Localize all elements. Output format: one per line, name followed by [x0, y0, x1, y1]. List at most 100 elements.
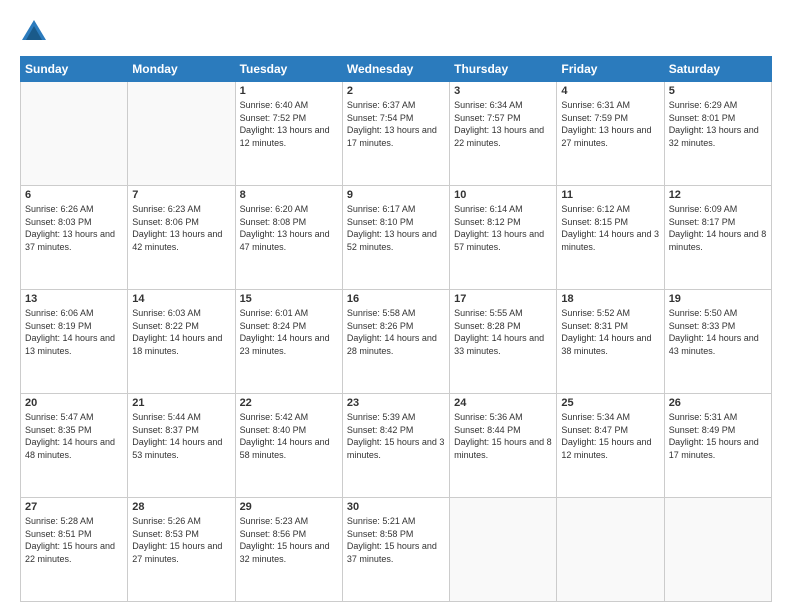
calendar-day-8: 8Sunrise: 6:20 AM Sunset: 8:08 PM Daylig… [235, 186, 342, 290]
day-info: Sunrise: 5:23 AM Sunset: 8:56 PM Dayligh… [240, 515, 338, 565]
calendar-day-27: 27Sunrise: 5:28 AM Sunset: 8:51 PM Dayli… [21, 498, 128, 602]
calendar-day-24: 24 Sunrise: 5:36 AM Sunset: 8:44 PM Dayli… [450, 394, 557, 498]
calendar-week-row: 13Sunrise: 6:06 AM Sunset: 8:19 PM Dayli… [21, 290, 772, 394]
calendar-day-3: 3 Sunrise: 6:34 AM Sunset: 7:57 PM Daylig… [450, 82, 557, 186]
day-info: Sunrise: 6:40 AM Sunset: 7:52 PM Dayligh… [240, 99, 338, 149]
day-info: Sunrise: 5:55 AM Sunset: 8:28 PM Dayligh… [454, 307, 552, 357]
calendar-day-19: 19 Sunrise: 5:50 AM Sunset: 8:33 PM Dayli… [664, 290, 771, 394]
calendar-day-17: 17 Sunrise: 5:55 AM Sunset: 8:28 PM Dayli… [450, 290, 557, 394]
calendar-day-21: 21 Sunrise: 5:44 AM Sunset: 8:37 PM Dayli… [128, 394, 235, 498]
calendar-day-11: 11 Sunrise: 6:12 AM Sunset: 8:15 PM Dayli… [557, 186, 664, 290]
calendar-empty-cell [450, 498, 557, 602]
day-number: 24 [454, 397, 552, 409]
day-info: Sunrise: 5:50 AM Sunset: 8:33 PM Dayligh… [669, 307, 767, 357]
day-number: 12 [669, 189, 767, 201]
calendar-day-6: 6 Sunrise: 6:26 AM Sunset: 8:03 PM Daylig… [21, 186, 128, 290]
day-info: Sunrise: 5:31 AM Sunset: 8:49 PM Dayligh… [669, 411, 767, 461]
day-info: Sunrise: 6:29 AM Sunset: 8:01 PM Dayligh… [669, 99, 767, 149]
day-number: 28 [132, 501, 230, 513]
day-number: 9 [347, 189, 445, 201]
day-info: Sunrise: 6:31 AM Sunset: 7:59 PM Dayligh… [561, 99, 659, 149]
calendar-day-30: 30 Sunrise: 5:21 AM Sunset: 8:58 PM Dayli… [342, 498, 449, 602]
calendar-day-2: 2 Sunrise: 6:37 AM Sunset: 7:54 PM Daylig… [342, 82, 449, 186]
day-info: Sunrise: 6:37 AM Sunset: 7:54 PM Dayligh… [347, 99, 445, 149]
calendar-weekday-friday: Friday [557, 57, 664, 82]
calendar-empty-cell [664, 498, 771, 602]
day-number: 23 [347, 397, 445, 409]
calendar-table: SundayMondayTuesdayWednesdayThursdayFrid… [20, 56, 772, 602]
day-info: Sunrise: 6:14 AM Sunset: 8:12 PM Dayligh… [454, 203, 552, 253]
logo [20, 18, 52, 46]
calendar-weekday-monday: Monday [128, 57, 235, 82]
day-info: Sunrise: 6:12 AM Sunset: 8:15 PM Dayligh… [561, 203, 659, 253]
calendar-header-row: SundayMondayTuesdayWednesdayThursdayFrid… [21, 57, 772, 82]
day-number: 21 [132, 397, 230, 409]
day-info: Sunrise: 5:39 AM Sunset: 8:42 PM Dayligh… [347, 411, 445, 461]
day-info: Sunrise: 6:03 AM Sunset: 8:22 PM Dayligh… [132, 307, 230, 357]
calendar-empty-cell [21, 82, 128, 186]
calendar-weekday-tuesday: Tuesday [235, 57, 342, 82]
day-info: Sunrise: 6:23 AM Sunset: 8:06 PM Dayligh… [132, 203, 230, 253]
calendar-day-10: 10Sunrise: 6:14 AM Sunset: 8:12 PM Dayli… [450, 186, 557, 290]
calendar-day-25: 25Sunrise: 5:34 AM Sunset: 8:47 PM Dayli… [557, 394, 664, 498]
calendar-week-row: 6 Sunrise: 6:26 AM Sunset: 8:03 PM Daylig… [21, 186, 772, 290]
day-info: Sunrise: 6:26 AM Sunset: 8:03 PM Dayligh… [25, 203, 123, 253]
day-number: 5 [669, 85, 767, 97]
day-number: 17 [454, 293, 552, 305]
day-number: 11 [561, 189, 659, 201]
day-info: Sunrise: 5:44 AM Sunset: 8:37 PM Dayligh… [132, 411, 230, 461]
day-number: 3 [454, 85, 552, 97]
day-number: 18 [561, 293, 659, 305]
day-info: Sunrise: 6:20 AM Sunset: 8:08 PM Dayligh… [240, 203, 338, 253]
day-info: Sunrise: 5:36 AM Sunset: 8:44 PM Dayligh… [454, 411, 552, 461]
day-number: 4 [561, 85, 659, 97]
day-number: 7 [132, 189, 230, 201]
calendar-day-9: 9 Sunrise: 6:17 AM Sunset: 8:10 PM Daylig… [342, 186, 449, 290]
calendar-day-5: 5 Sunrise: 6:29 AM Sunset: 8:01 PM Daylig… [664, 82, 771, 186]
day-number: 22 [240, 397, 338, 409]
calendar-week-row: 1 Sunrise: 6:40 AM Sunset: 7:52 PM Daylig… [21, 82, 772, 186]
day-number: 16 [347, 293, 445, 305]
day-info: Sunrise: 5:52 AM Sunset: 8:31 PM Dayligh… [561, 307, 659, 357]
calendar-day-18: 18 Sunrise: 5:52 AM Sunset: 8:31 PM Dayli… [557, 290, 664, 394]
calendar-day-20: 20Sunrise: 5:47 AM Sunset: 8:35 PM Dayli… [21, 394, 128, 498]
day-number: 29 [240, 501, 338, 513]
day-number: 26 [669, 397, 767, 409]
calendar-weekday-sunday: Sunday [21, 57, 128, 82]
calendar-day-29: 29 Sunrise: 5:23 AM Sunset: 8:56 PM Dayli… [235, 498, 342, 602]
calendar-day-7: 7 Sunrise: 6:23 AM Sunset: 8:06 PM Daylig… [128, 186, 235, 290]
day-info: Sunrise: 6:06 AM Sunset: 8:19 PM Dayligh… [25, 307, 123, 357]
day-info: Sunrise: 5:26 AM Sunset: 8:53 PM Dayligh… [132, 515, 230, 565]
calendar-day-4: 4 Sunrise: 6:31 AM Sunset: 7:59 PM Daylig… [557, 82, 664, 186]
day-number: 6 [25, 189, 123, 201]
day-info: Sunrise: 6:17 AM Sunset: 8:10 PM Dayligh… [347, 203, 445, 253]
calendar-day-23: 23 Sunrise: 5:39 AM Sunset: 8:42 PM Dayli… [342, 394, 449, 498]
calendar-day-22: 22 Sunrise: 5:42 AM Sunset: 8:40 PM Dayli… [235, 394, 342, 498]
day-info: Sunrise: 5:21 AM Sunset: 8:58 PM Dayligh… [347, 515, 445, 565]
day-number: 20 [25, 397, 123, 409]
day-info: Sunrise: 6:01 AM Sunset: 8:24 PM Dayligh… [240, 307, 338, 357]
calendar-empty-cell [557, 498, 664, 602]
day-number: 30 [347, 501, 445, 513]
calendar-weekday-saturday: Saturday [664, 57, 771, 82]
calendar-day-14: 14 Sunrise: 6:03 AM Sunset: 8:22 PM Dayli… [128, 290, 235, 394]
day-info: Sunrise: 6:34 AM Sunset: 7:57 PM Dayligh… [454, 99, 552, 149]
day-info: Sunrise: 5:42 AM Sunset: 8:40 PM Dayligh… [240, 411, 338, 461]
calendar-day-15: 15 Sunrise: 6:01 AM Sunset: 8:24 PM Dayli… [235, 290, 342, 394]
day-number: 19 [669, 293, 767, 305]
day-info: Sunrise: 6:09 AM Sunset: 8:17 PM Dayligh… [669, 203, 767, 253]
day-info: Sunrise: 5:28 AM Sunset: 8:51 PM Dayligh… [25, 515, 123, 565]
day-number: 15 [240, 293, 338, 305]
calendar-day-12: 12 Sunrise: 6:09 AM Sunset: 8:17 PM Dayli… [664, 186, 771, 290]
day-number: 2 [347, 85, 445, 97]
day-number: 1 [240, 85, 338, 97]
calendar-weekday-wednesday: Wednesday [342, 57, 449, 82]
day-info: Sunrise: 5:34 AM Sunset: 8:47 PM Dayligh… [561, 411, 659, 461]
calendar-day-26: 26 Sunrise: 5:31 AM Sunset: 8:49 PM Dayli… [664, 394, 771, 498]
calendar-day-13: 13Sunrise: 6:06 AM Sunset: 8:19 PM Dayli… [21, 290, 128, 394]
calendar-week-row: 27Sunrise: 5:28 AM Sunset: 8:51 PM Dayli… [21, 498, 772, 602]
calendar-empty-cell [128, 82, 235, 186]
page-header [20, 18, 772, 46]
calendar-week-row: 20Sunrise: 5:47 AM Sunset: 8:35 PM Dayli… [21, 394, 772, 498]
day-number: 14 [132, 293, 230, 305]
